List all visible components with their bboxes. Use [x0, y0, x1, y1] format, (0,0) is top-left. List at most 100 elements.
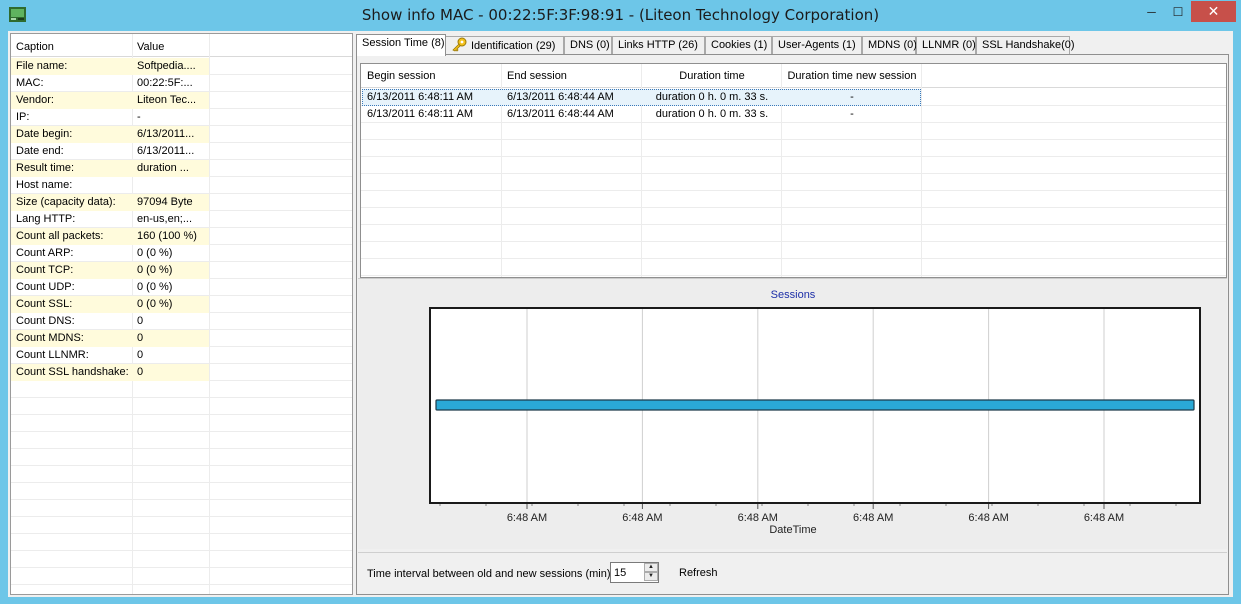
- info-grid-row[interactable]: [11, 449, 352, 466]
- info-grid-row[interactable]: [11, 381, 352, 398]
- x-tick-label: 6:48 AM: [853, 512, 893, 524]
- table-row[interactable]: [361, 140, 1226, 157]
- x-axis-label: DateTime: [769, 524, 816, 536]
- spin-up-arrow-icon[interactable]: ▲: [644, 563, 658, 572]
- title-bar: Show info MAC - 00:22:5F:3F:98:91 - (Lit…: [0, 0, 1241, 31]
- tab-label: DNS (0): [570, 39, 610, 51]
- cell-duration-time: duration 0 h. 0 m. 33 s.: [655, 108, 769, 120]
- minimize-button[interactable]: ─: [1138, 1, 1165, 22]
- info-caption: Vendor:: [11, 92, 132, 109]
- tab-user-agents[interactable]: User-Agents (1): [772, 36, 862, 55]
- info-grid-row[interactable]: Date begin: 6/13/2011...: [11, 126, 352, 143]
- info-grid-row[interactable]: Date end: 6/13/2011...: [11, 143, 352, 160]
- table-row[interactable]: [361, 174, 1226, 191]
- info-grid-row[interactable]: Count TCP: 0 (0 %): [11, 262, 352, 279]
- tab-label: Cookies (1): [711, 39, 768, 51]
- info-grid-header: Caption Value: [11, 34, 352, 57]
- info-value: 00:22:5F:...: [137, 77, 193, 89]
- info-grid-row[interactable]: Count MDNS: 0: [11, 330, 352, 347]
- info-caption: MAC:: [16, 77, 44, 89]
- table-row[interactable]: 6/13/2011 6:48:11 AM 6/13/2011 6:48:44 AM…: [361, 89, 1226, 106]
- info-grid-row[interactable]: Host name:: [11, 177, 352, 194]
- info-grid-row[interactable]: Lang HTTP: en-us,en;...: [11, 211, 352, 228]
- tab-session-time[interactable]: Session Time (8): [356, 34, 446, 56]
- tab-label: User-Agents (1): [778, 39, 856, 51]
- sessions-chart: Sessions 6:48 AM 6:48 AM 6:48 AM 6:48 AM 6:48…: [358, 278, 1227, 549]
- info-grid-row[interactable]: [11, 398, 352, 415]
- info-value: en-us,en;...: [137, 213, 193, 225]
- table-row[interactable]: [361, 242, 1226, 259]
- session-bar: [435, 399, 1195, 411]
- info-grid-row[interactable]: File name: Softpedia....: [11, 58, 352, 75]
- info-value: -: [137, 111, 141, 123]
- info-grid-row[interactable]: Count SSL handshake: 0: [11, 364, 352, 381]
- table-row[interactable]: [361, 191, 1226, 208]
- info-grid-row[interactable]: [11, 517, 352, 534]
- info-caption: Count LLNMR:: [16, 349, 89, 361]
- info-caption: Size (capacity data):: [11, 194, 132, 211]
- tab-identification[interactable]: Identification (29): [445, 36, 564, 55]
- info-grid-row[interactable]: Count LLNMR: 0: [11, 347, 352, 364]
- interval-label: Time interval between old and new sessio…: [367, 568, 614, 580]
- info-grid-row[interactable]: [11, 415, 352, 432]
- info-value: duration ...: [132, 160, 209, 177]
- info-grid-row[interactable]: [11, 500, 352, 517]
- info-value: 160 (100 %): [132, 228, 209, 245]
- info-value: 0 (0 %): [132, 296, 209, 313]
- table-row[interactable]: [361, 225, 1226, 242]
- info-grid-row[interactable]: [11, 483, 352, 500]
- interval-spinbox[interactable]: ▲ ▼: [610, 562, 659, 583]
- tab-dns[interactable]: DNS (0): [564, 36, 612, 55]
- tab-ssl-handshake[interactable]: SSL Handshake(0): [976, 36, 1075, 55]
- info-value: 0 (0 %): [137, 281, 173, 293]
- cell-duration-time: duration 0 h. 0 m. 33 s.: [655, 91, 769, 103]
- info-caption: Count MDNS:: [11, 330, 132, 347]
- column-header-end-session[interactable]: End session: [507, 64, 567, 88]
- column-header-caption[interactable]: Caption: [11, 34, 132, 57]
- info-grid-row[interactable]: Count DNS: 0: [11, 313, 352, 330]
- info-grid-row[interactable]: Result time: duration ...: [11, 160, 352, 177]
- close-button[interactable]: ✕: [1191, 1, 1236, 22]
- table-row[interactable]: [361, 157, 1226, 174]
- maximize-button[interactable]: ☐: [1165, 1, 1191, 22]
- x-tick-label: 6:48 AM: [1084, 512, 1124, 524]
- tab-mdns[interactable]: MDNS (0): [862, 36, 917, 55]
- info-grid-row[interactable]: Count all packets: 160 (100 %): [11, 228, 352, 245]
- tab-cookies[interactable]: Cookies (1): [705, 36, 772, 55]
- info-grid-row[interactable]: [11, 466, 352, 483]
- session-table[interactable]: Begin session End session Duration time …: [360, 63, 1227, 278]
- info-caption: Count all packets:: [11, 228, 132, 245]
- info-grid-row[interactable]: [11, 534, 352, 551]
- column-header-duration-new-session[interactable]: Duration time new session: [782, 64, 922, 88]
- info-grid-row[interactable]: Vendor: Liteon Tec...: [11, 92, 352, 109]
- info-grid-row[interactable]: Count UDP: 0 (0 %): [11, 279, 352, 296]
- info-grid-row[interactable]: MAC: 00:22:5F:...: [11, 75, 352, 92]
- column-header-duration-time[interactable]: Duration time: [642, 64, 782, 88]
- column-header-begin-session[interactable]: Begin session: [367, 64, 436, 88]
- info-grid-row[interactable]: [11, 432, 352, 449]
- table-row[interactable]: [361, 123, 1226, 140]
- bottom-bar: Time interval between old and new sessio…: [358, 552, 1227, 594]
- x-tick-label: 6:48 AM: [738, 512, 778, 524]
- cell-end-session: 6/13/2011 6:48:44 AM: [507, 108, 614, 120]
- info-grid-row[interactable]: IP: -: [11, 109, 352, 126]
- column-header-value[interactable]: Value: [132, 34, 209, 57]
- table-row[interactable]: 6/13/2011 6:48:11 AM 6/13/2011 6:48:44 AM…: [361, 106, 1226, 123]
- table-row[interactable]: [361, 208, 1226, 225]
- tab-llnmr[interactable]: LLNMR (0): [916, 36, 976, 55]
- info-grid-row[interactable]: Count ARP: 0 (0 %): [11, 245, 352, 262]
- tab-links-http[interactable]: Links HTTP (26): [612, 36, 705, 55]
- info-grid-row[interactable]: [11, 568, 352, 585]
- info-value: 0 (0 %): [132, 262, 209, 279]
- spin-down-arrow-icon[interactable]: ▼: [644, 572, 658, 581]
- info-grid-row[interactable]: [11, 551, 352, 568]
- info-grid-row[interactable]: Count SSL: 0 (0 %): [11, 296, 352, 313]
- window-client: Caption Value File name: Softpedia.... MAC…: [8, 31, 1233, 597]
- info-grid-row[interactable]: Size (capacity data): 97094 Byte: [11, 194, 352, 211]
- key-icon: [452, 37, 467, 52]
- info-grid[interactable]: Caption Value File name: Softpedia.... MAC…: [10, 33, 353, 595]
- table-row[interactable]: [361, 259, 1226, 276]
- info-value: 6/13/2011...: [137, 145, 195, 157]
- interval-input[interactable]: [614, 565, 642, 580]
- refresh-button[interactable]: Refresh: [679, 567, 718, 579]
